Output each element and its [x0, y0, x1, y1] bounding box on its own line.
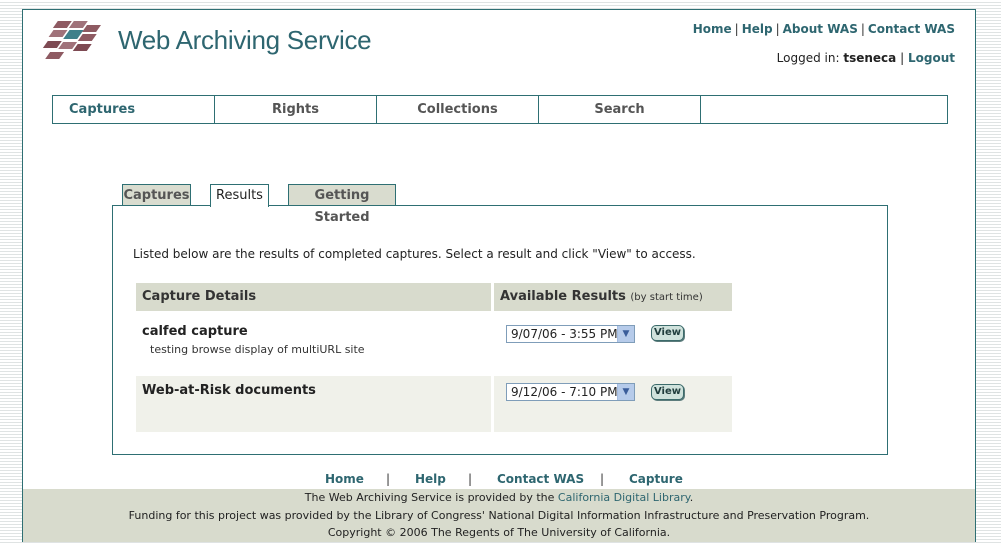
bottom-link-capture[interactable]: Capture	[629, 472, 683, 486]
tab-getting-started[interactable]: Getting Started	[288, 184, 396, 225]
header-results-label: Available Results	[500, 289, 626, 304]
result-select[interactable]: 9/12/06 - 7:10 PM P ▼	[506, 383, 635, 401]
header-capture-details: Capture Details	[136, 283, 491, 311]
nav-item-empty	[701, 96, 947, 123]
top-link-help[interactable]: Help	[742, 22, 773, 36]
login-label: Logged in:	[776, 51, 840, 65]
separator: |	[600, 472, 605, 486]
chevron-down-icon[interactable]: ▼	[617, 326, 634, 342]
bottom-link-home[interactable]: Home	[325, 472, 364, 486]
footer-line-copyright: Copyright © 2006 The Regents of The Univ…	[327, 526, 671, 539]
login-status: Logged in: tseneca | Logout	[777, 51, 955, 65]
capture-title: calfed capture	[142, 324, 248, 339]
nav-item-search[interactable]: Search	[539, 96, 701, 123]
header-results-note: (by start time)	[630, 292, 703, 303]
separator: |	[775, 22, 780, 36]
separator: |	[734, 22, 739, 36]
logout-link[interactable]: Logout	[908, 51, 955, 65]
result-select-value: 9/07/06 - 3:55 PM P	[511, 327, 629, 341]
tab-results[interactable]: Results	[210, 184, 269, 207]
tab-captures[interactable]: Captures	[122, 184, 191, 206]
was-logo-icon	[42, 21, 101, 59]
result-select-value: 9/12/06 - 7:10 PM P	[511, 385, 629, 399]
footer-period: .	[689, 491, 694, 504]
brand-title: Web Archiving Service	[118, 25, 372, 55]
nav-item-captures[interactable]: Captures	[53, 96, 215, 123]
chevron-down-icon[interactable]: ▼	[617, 384, 634, 400]
intro-text: Listed below are the results of complete…	[133, 247, 696, 261]
capture-description: testing browse display of multiURL site	[150, 343, 365, 356]
result-select[interactable]: 9/07/06 - 3:55 PM P ▼	[506, 325, 635, 343]
header-available-results: Available Results (by start time)	[494, 283, 732, 311]
login-username: tseneca	[843, 51, 897, 65]
separator: |	[900, 51, 905, 65]
separator: |	[860, 22, 865, 36]
footer-provider-text: The Web Archiving Service is provided by…	[304, 491, 555, 504]
capture-title: Web-at-Risk documents	[142, 383, 316, 398]
top-link-home[interactable]: Home	[693, 22, 732, 36]
separator: |	[468, 472, 473, 486]
page-container: Web Archiving Service Home | Help | About WA…	[22, 9, 976, 542]
nav-item-collections[interactable]: Collections	[377, 96, 539, 123]
view-button[interactable]: View	[651, 384, 684, 400]
top-link-about[interactable]: About WAS	[783, 22, 858, 36]
nav-item-rights[interactable]: Rights	[215, 96, 377, 123]
main-nav: Captures Rights Collections Search	[52, 95, 948, 124]
cdl-link[interactable]: California Digital Library	[558, 491, 690, 504]
bottom-link-help[interactable]: Help	[415, 472, 446, 486]
footer: The Web Archiving Service is provided by…	[23, 489, 975, 542]
top-links: Home | Help | About WAS | Contact WAS	[693, 22, 955, 36]
bottom-link-contact[interactable]: Contact WAS	[497, 472, 584, 486]
view-button[interactable]: View	[651, 325, 684, 341]
results-panel: Listed below are the results of complete…	[112, 205, 888, 455]
separator: |	[386, 472, 391, 486]
top-link-contact[interactable]: Contact WAS	[868, 22, 955, 36]
footer-line-funding: Funding for this project was provided by…	[128, 508, 870, 522]
footer-line-provider: The Web Archiving Service is provided by…	[23, 489, 975, 507]
